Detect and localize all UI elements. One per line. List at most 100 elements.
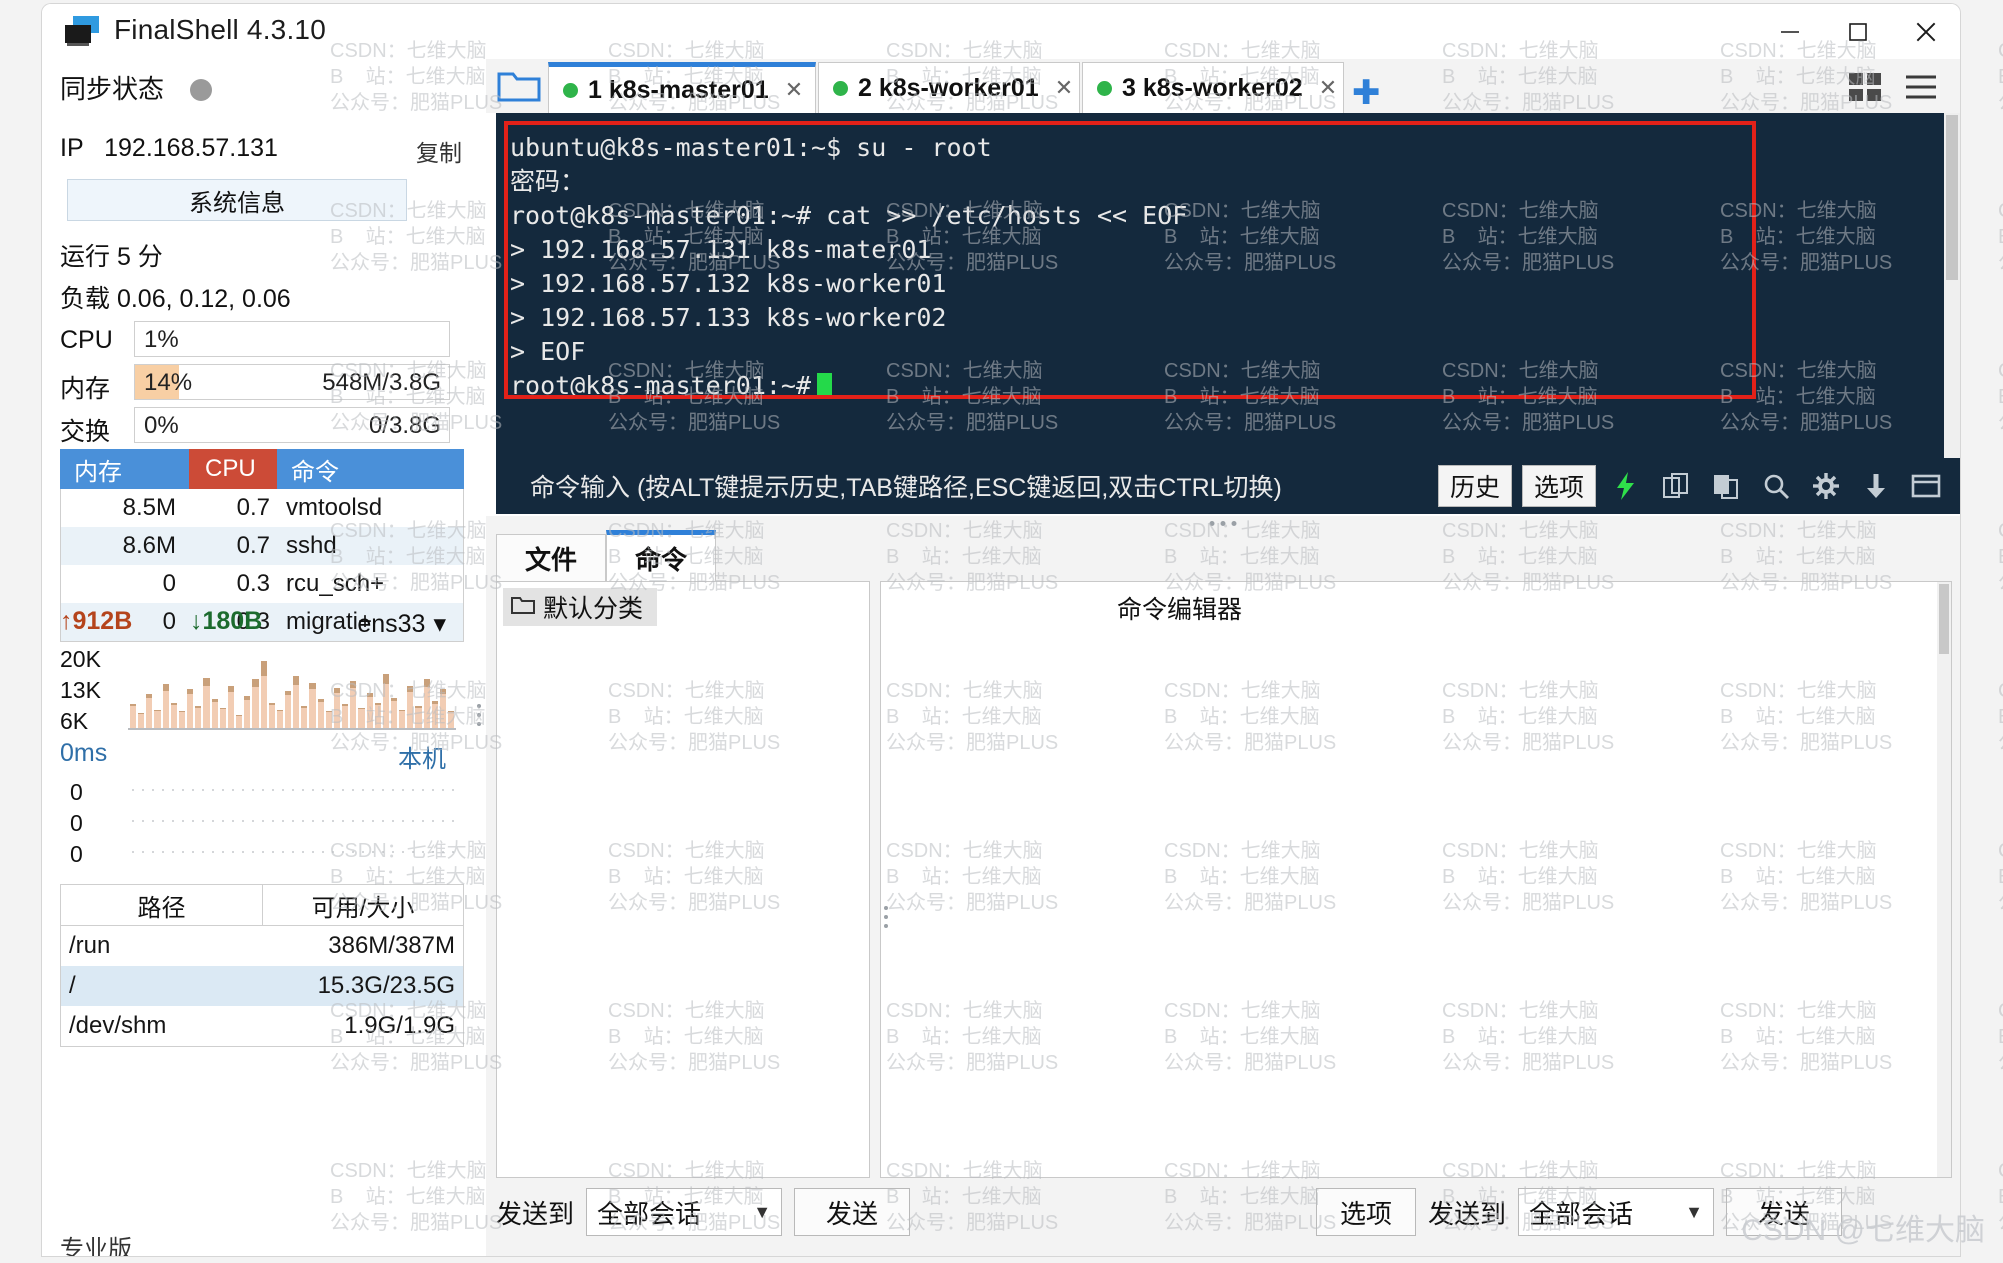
terminal-scrollbar[interactable] (1944, 113, 1960, 458)
terminal-line: > EOF (510, 337, 586, 366)
command-group-list[interactable]: 默认分类 (496, 581, 870, 1178)
process-col-cpu[interactable]: CPU (189, 449, 277, 489)
gear-icon[interactable] (1806, 466, 1846, 506)
pro-version-badge: 专业版 (60, 1236, 132, 1256)
network-bar (203, 677, 210, 728)
network-bar (301, 706, 308, 728)
table-row[interactable]: 8.6M 0.7 sshd (61, 527, 463, 565)
command-editor-label: 命令编辑器 (1117, 596, 1243, 624)
table-row[interactable]: 0 0.3 rcu_sch+ (61, 565, 463, 603)
command-editor[interactable]: 命令编辑器 (880, 581, 1952, 1178)
table-row[interactable]: 8.5M 0.7 vmtoolsd (61, 489, 463, 527)
sidebar-splitter-handle[interactable] (474, 699, 484, 726)
ip-label: IP (60, 134, 84, 162)
metric-swap-label: 交换 (60, 418, 111, 446)
left-send-button[interactable]: 发送 (794, 1188, 911, 1236)
options-button[interactable]: 选项 (1522, 465, 1596, 507)
left-session-select[interactable]: 全部会话 ▼ (586, 1188, 783, 1236)
download-icon[interactable] (1856, 466, 1896, 506)
process-col-memory[interactable]: 内存 (60, 449, 189, 489)
network-bar (448, 711, 455, 728)
metric-swap-detail: 0/3.8G (368, 412, 441, 439)
disk-col-path[interactable]: 路径 (61, 885, 263, 925)
tab-close-icon[interactable]: ✕ (785, 77, 803, 103)
command-input[interactable]: 命令输入 (按ALT键提示历史,TAB键路径,ESC键返回,双击CTRL切换) (530, 468, 1282, 504)
metric-memory-detail: 548M/3.8G (322, 369, 441, 396)
page-title: FinalShell 4.3.10 (114, 14, 326, 45)
command-group-default[interactable]: 默认分类 (503, 588, 658, 626)
watermark-text: CSDN：七维大脑 B 站：七维大脑 公众号：肥猫PLUS (1998, 1158, 2003, 1236)
network-bar (138, 712, 145, 728)
right-options-button[interactable]: 选项 (1315, 1188, 1416, 1236)
maximize-button[interactable] (1824, 4, 1892, 59)
network-bar (391, 697, 398, 728)
window-icon[interactable] (1906, 466, 1946, 506)
tab-commands[interactable]: 命令 (606, 530, 716, 582)
terminal-tab-1[interactable]: 1 k8s-master01 ✕ (548, 62, 816, 113)
terminal-prompt-line: root@k8s-master01:~# (510, 369, 1960, 403)
right-send-to-label: 发送到 (1427, 1198, 1506, 1229)
network-header: ↑912B ↓180B ens33 ▾ (60, 607, 464, 641)
grid-view-icon[interactable] (1848, 72, 1882, 107)
terminal-tab-2[interactable]: 2 k8s-worker01 ✕ (818, 62, 1080, 113)
terminal-line: root@k8s-master01:~# cat >> /etc/hosts <… (510, 201, 1188, 230)
disk-col-size[interactable]: 可用/大小 (263, 885, 463, 925)
copy-icon[interactable] (1656, 466, 1696, 506)
folder-icon[interactable] (496, 67, 542, 105)
metric-memory-bar: 14% 548M/3.8G (134, 364, 450, 400)
bottom-panel-splitter-handle[interactable] (882, 901, 890, 933)
connection-status-dot (563, 82, 578, 98)
right-session-select[interactable]: 全部会话 ▼ (1518, 1188, 1714, 1236)
metric-cpu: CPU 1% (60, 321, 464, 359)
system-info-button[interactable]: 系统信息 (67, 179, 407, 221)
watermark-text: CSDN：七维大脑 B 站：七维大脑 公众号：肥猫PLUS (1998, 998, 2003, 1076)
process-command: sshd (286, 532, 337, 559)
network-bar (382, 674, 389, 728)
tab-files[interactable]: 文件 (496, 534, 606, 582)
paste-icon[interactable] (1706, 466, 1746, 506)
disk-table-body: /run 386M/387M / 15.3G/23.5G/dev/shm 1.9G/1.… (60, 926, 464, 1047)
network-bar (309, 682, 316, 728)
close-button[interactable] (1892, 4, 1960, 59)
horizontal-splitter-handle[interactable] (486, 516, 1960, 530)
disk-size: 1.9G/1.9G (344, 1012, 455, 1039)
disk-table: 路径 可用/大小 /run 386M/387M / 15.3G/23.5G/dev/s… (60, 884, 464, 1047)
minimize-button[interactable] (1756, 4, 1824, 59)
command-group-label: 默认分类 (543, 595, 644, 623)
table-row[interactable]: / 15.3G/23.5G (61, 966, 463, 1006)
network-interface-select[interactable]: ens33 ▾ (357, 609, 446, 639)
network-bar (178, 711, 186, 728)
terminal-line: > 192.168.57.131 k8s-mater01 (510, 235, 932, 264)
network-bar (154, 709, 161, 728)
tab-close-icon[interactable]: ✕ (1319, 75, 1337, 101)
command-input-bar[interactable]: 命令输入 (按ALT键提示历史,TAB键路径,ESC键返回,双击CTRL切换) … (496, 458, 1960, 514)
terminal-output[interactable]: ubuntu@k8s-master01:~$ su - root 密码： root@… (496, 113, 1960, 458)
copy-ip-button[interactable]: 复制 (416, 134, 462, 168)
bottom-panel: 文件 命令 默认分类 命令编辑器 发送到 全部会话 ▼ 发送 选项 发送到 全部… (486, 530, 1960, 1256)
terminal-tab-label: 2 k8s-worker01 (858, 73, 1039, 102)
process-col-command[interactable]: 命令 (277, 449, 464, 489)
network-bar (162, 684, 169, 728)
terminal-area: 1 k8s-master01 ✕ 2 k8s-worker01 ✕ 3 k8s-… (486, 59, 1960, 514)
process-cpu: 0.7 (236, 494, 270, 521)
finalshell-window: FinalShell 4.3.10 同步状态 IP 192.168.57.131 (42, 4, 1960, 1256)
table-row[interactable]: /dev/shm 1.9G/1.9G (61, 1006, 463, 1046)
load-average-text: 负载 0.06, 0.12, 0.06 (60, 285, 291, 313)
folder-icon (511, 593, 535, 622)
hamburger-menu-icon[interactable] (1904, 72, 1938, 107)
command-editor-scrollbar[interactable] (1937, 582, 1951, 1177)
history-button[interactable]: 历史 (1438, 465, 1512, 507)
network-bar (366, 692, 373, 728)
tab-close-icon[interactable]: ✕ (1055, 75, 1073, 101)
table-row[interactable]: /run 386M/387M (61, 926, 463, 966)
new-tab-button[interactable]: ✚ (1352, 73, 1381, 113)
search-icon[interactable] (1756, 466, 1796, 506)
watermark-text: CSDN：七维大脑 B 站：七维大脑 公众号：肥猫PLUS (1998, 678, 2003, 756)
network-chart-plot (128, 644, 456, 730)
terminal-tab-3[interactable]: 3 k8s-worker02 ✕ (1082, 62, 1344, 113)
process-memory: 8.5M (122, 494, 176, 521)
lightning-icon[interactable] (1606, 466, 1646, 506)
process-memory: 8.6M (122, 532, 176, 559)
network-axis-tick: 20K (60, 646, 101, 672)
network-chart-axis: 20K 13K 6K (60, 644, 128, 737)
